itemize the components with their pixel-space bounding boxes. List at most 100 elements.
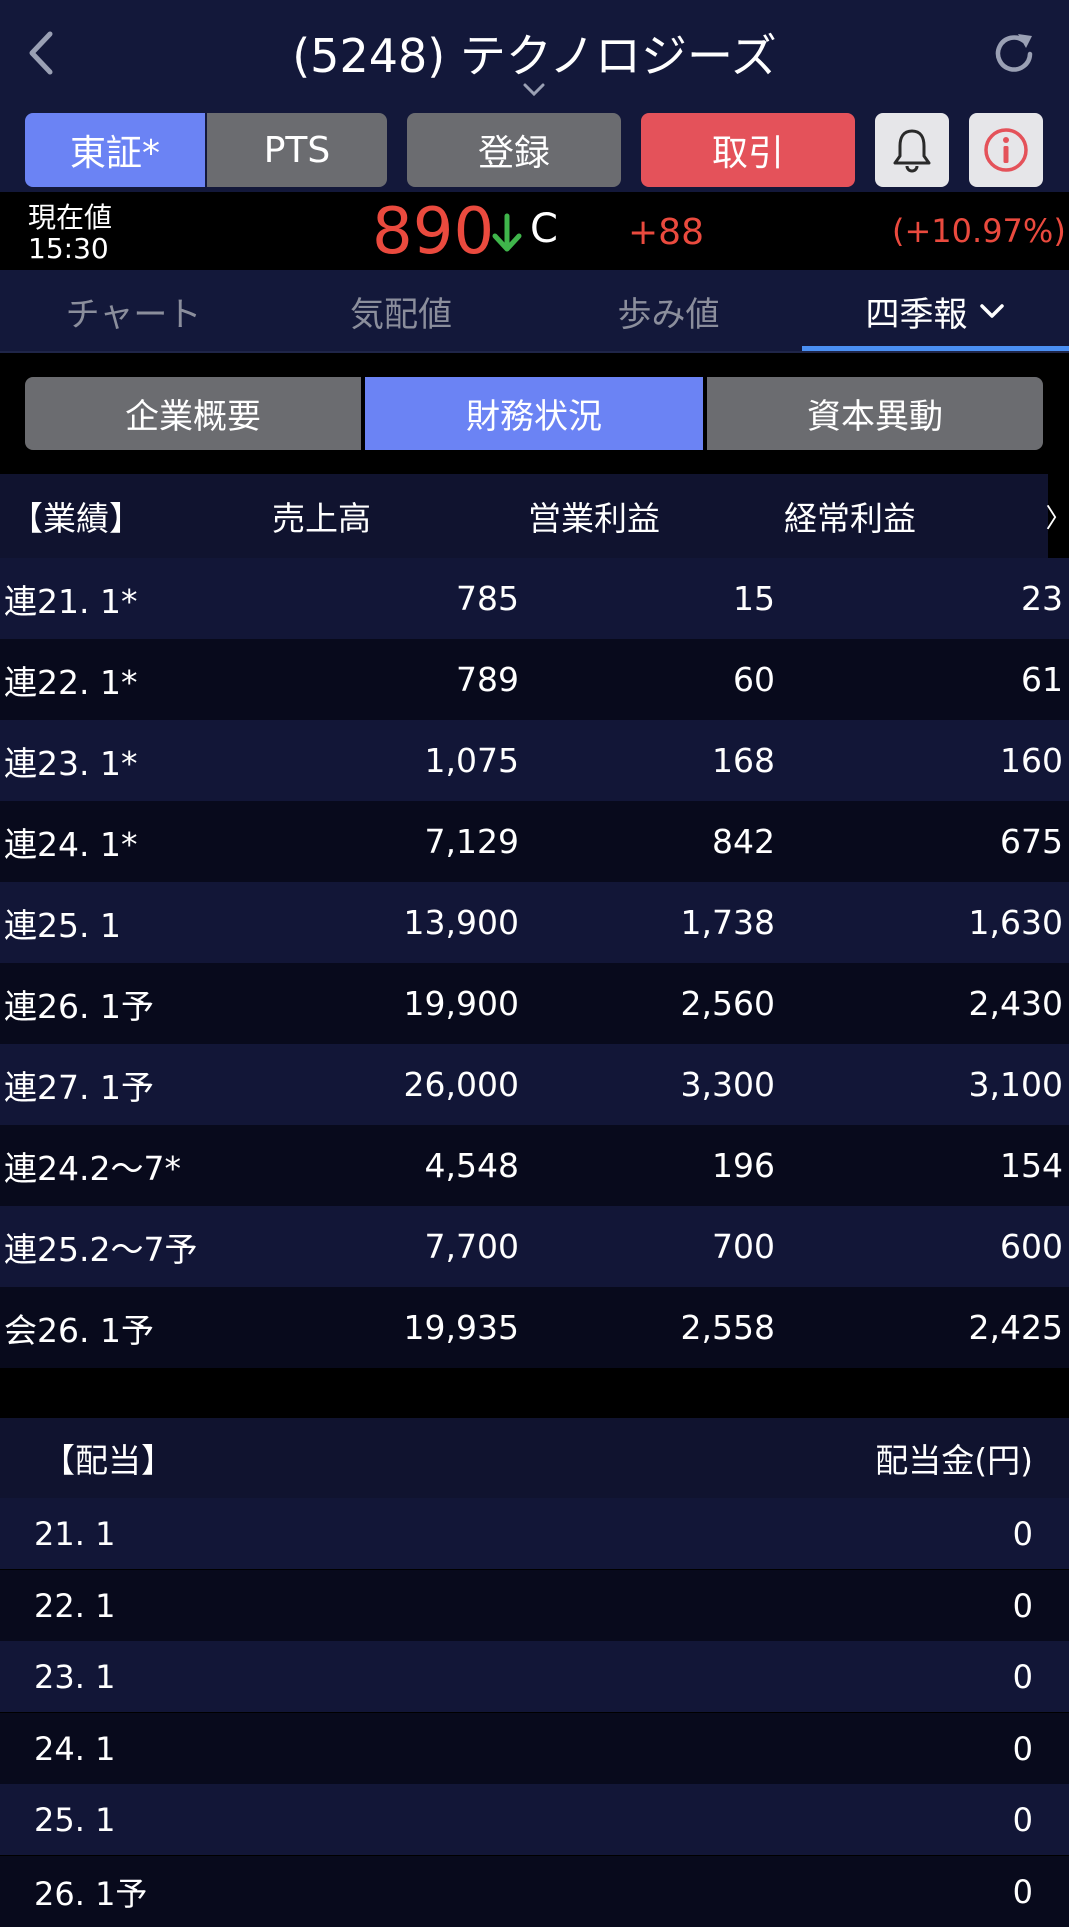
tab-shikiho-label: 四季報 (865, 294, 968, 335)
performance-header-label: 【業績】 (10, 499, 142, 538)
register-button[interactable]: 登録 (407, 113, 621, 187)
list-item: 22. 1 0 (0, 1570, 1069, 1641)
table-row: 連25.2〜7予 7,700 700 600 (0, 1206, 1069, 1287)
segment-capital-changes[interactable]: 資本異動 (707, 377, 1043, 450)
ordinary-profit-cell: 61 (1021, 660, 1063, 699)
scroll-right-icon[interactable]: 〉 (1046, 474, 1069, 558)
dividend-period-cell: 22. 1 (34, 1586, 116, 1625)
trade-button[interactable]: 取引 (641, 113, 855, 187)
table-row: 連21. 1* 785 15 23 (0, 558, 1069, 639)
price-time: 15:30 (28, 232, 109, 265)
dividend-amount-cell: 0 (1012, 1872, 1033, 1911)
dividend-amount-cell: 0 (1012, 1657, 1033, 1696)
period-cell: 連25. 1 (4, 905, 121, 945)
ordinary-profit-cell: 2,430 (968, 984, 1063, 1023)
tab-tick[interactable]: 歩み値 (535, 270, 802, 352)
sales-cell: 13,900 (403, 903, 519, 942)
ordinary-profit-cell: 675 (1000, 822, 1063, 861)
current-price-label: 現在値 (28, 201, 113, 234)
sales-cell: 789 (456, 660, 519, 699)
price-change-percent: (+10.97%) (892, 212, 1066, 250)
ordinary-profit-cell: 1,630 (968, 903, 1063, 942)
dividend-period-cell: 21. 1 (34, 1514, 116, 1553)
list-item: 23. 1 0 (0, 1641, 1069, 1712)
sales-cell: 19,900 (403, 984, 519, 1023)
bell-icon (893, 129, 931, 173)
table-row: 連23. 1* 1,075 168 160 (0, 720, 1069, 801)
operating-profit-cell: 2,560 (680, 984, 775, 1023)
sales-cell: 19,935 (403, 1308, 519, 1347)
sales-cell: 7,700 (424, 1227, 519, 1266)
sales-cell: 7,129 (424, 822, 519, 861)
table-row: 連27. 1予 26,000 3,300 3,100 (0, 1044, 1069, 1125)
ordinary-profit-cell: 23 (1021, 579, 1063, 618)
ordinary-profit-cell: 3,100 (968, 1065, 1063, 1104)
period-cell: 連21. 1* (4, 581, 138, 621)
sales-cell: 4,548 (424, 1146, 519, 1185)
column-header-ordinary-profit: 経常利益 (784, 499, 916, 538)
table-row: 連25. 1 13,900 1,738 1,630 (0, 882, 1069, 963)
period-cell: 連24. 1* (4, 824, 138, 864)
dividend-amount-cell: 0 (1012, 1800, 1033, 1839)
operating-profit-cell: 2,558 (680, 1308, 775, 1347)
alert-button[interactable] (875, 113, 949, 187)
ordinary-profit-cell: 154 (1000, 1146, 1063, 1185)
operating-profit-cell: 168 (712, 741, 775, 780)
current-price: 890 (372, 195, 495, 269)
period-cell: 連23. 1* (4, 743, 138, 783)
page-title[interactable]: (5248) テクノロジーズ (0, 20, 1069, 86)
segment-company-overview[interactable]: 企業概要 (25, 377, 361, 450)
dividend-amount-cell: 0 (1012, 1729, 1033, 1768)
dividend-period-cell: 25. 1 (34, 1800, 116, 1839)
column-header-dividend: 配当金(円) (875, 1441, 1033, 1480)
period-cell: 連26. 1予 (4, 986, 154, 1026)
table-row: 連26. 1予 19,900 2,560 2,430 (0, 963, 1069, 1044)
sales-cell: 1,075 (424, 741, 519, 780)
dividend-period-cell: 23. 1 (34, 1657, 116, 1696)
refresh-icon[interactable] (988, 28, 1040, 80)
table-row: 連22. 1* 789 60 61 (0, 639, 1069, 720)
pts-button[interactable]: PTS (207, 113, 387, 187)
divider (0, 351, 1069, 353)
segment-financial-status[interactable]: 財務状況 (365, 377, 703, 450)
tab-shikiho[interactable]: 四季報 (802, 270, 1069, 352)
price-change: +88 (628, 212, 704, 253)
list-item: 24. 1 0 (0, 1713, 1069, 1784)
operating-profit-cell: 15 (733, 579, 775, 618)
chevron-down-icon[interactable] (522, 82, 546, 98)
period-cell: 連22. 1* (4, 662, 138, 702)
operating-profit-cell: 196 (712, 1146, 775, 1185)
period-cell: 会26. 1予 (4, 1310, 154, 1350)
operating-profit-cell: 1,738 (680, 903, 775, 942)
info-button[interactable] (969, 113, 1043, 187)
dividend-amount-cell: 0 (1012, 1514, 1033, 1553)
ordinary-profit-cell: 600 (1000, 1227, 1063, 1266)
table-row: 連24.2〜7* 4,548 196 154 (0, 1125, 1069, 1206)
table-row: 連24. 1* 7,129 842 675 (0, 801, 1069, 882)
period-cell: 連27. 1予 (4, 1067, 154, 1107)
period-cell: 連25.2〜7予 (4, 1229, 198, 1269)
column-header-operating-profit: 営業利益 (528, 499, 660, 538)
down-arrow-icon (492, 213, 522, 252)
chevron-down-icon (979, 304, 1004, 318)
list-item: 21. 1 0 (0, 1498, 1069, 1569)
sales-cell: 785 (456, 579, 519, 618)
tab-quote[interactable]: 気配値 (267, 270, 535, 352)
dividend-amount-cell: 0 (1012, 1586, 1033, 1625)
dividend-period-cell: 26. 1予 (34, 1874, 148, 1913)
operating-profit-cell: 700 (712, 1227, 775, 1266)
operating-profit-cell: 60 (733, 660, 775, 699)
price-flag: C (530, 206, 558, 252)
list-item: 25. 1 0 (0, 1784, 1069, 1855)
operating-profit-cell: 842 (712, 822, 775, 861)
tse-button[interactable]: 東証* (25, 113, 205, 187)
tab-chart[interactable]: チャート (0, 270, 267, 352)
dividend-period-cell: 24. 1 (34, 1729, 116, 1768)
info-icon (984, 128, 1028, 172)
operating-profit-cell: 3,300 (680, 1065, 775, 1104)
column-header-sales: 売上高 (272, 499, 371, 538)
table-row: 会26. 1予 19,935 2,558 2,425 (0, 1287, 1069, 1368)
ordinary-profit-cell: 160 (1000, 741, 1063, 780)
sales-cell: 26,000 (403, 1065, 519, 1104)
dividend-header-label: 【配当】 (42, 1441, 174, 1480)
